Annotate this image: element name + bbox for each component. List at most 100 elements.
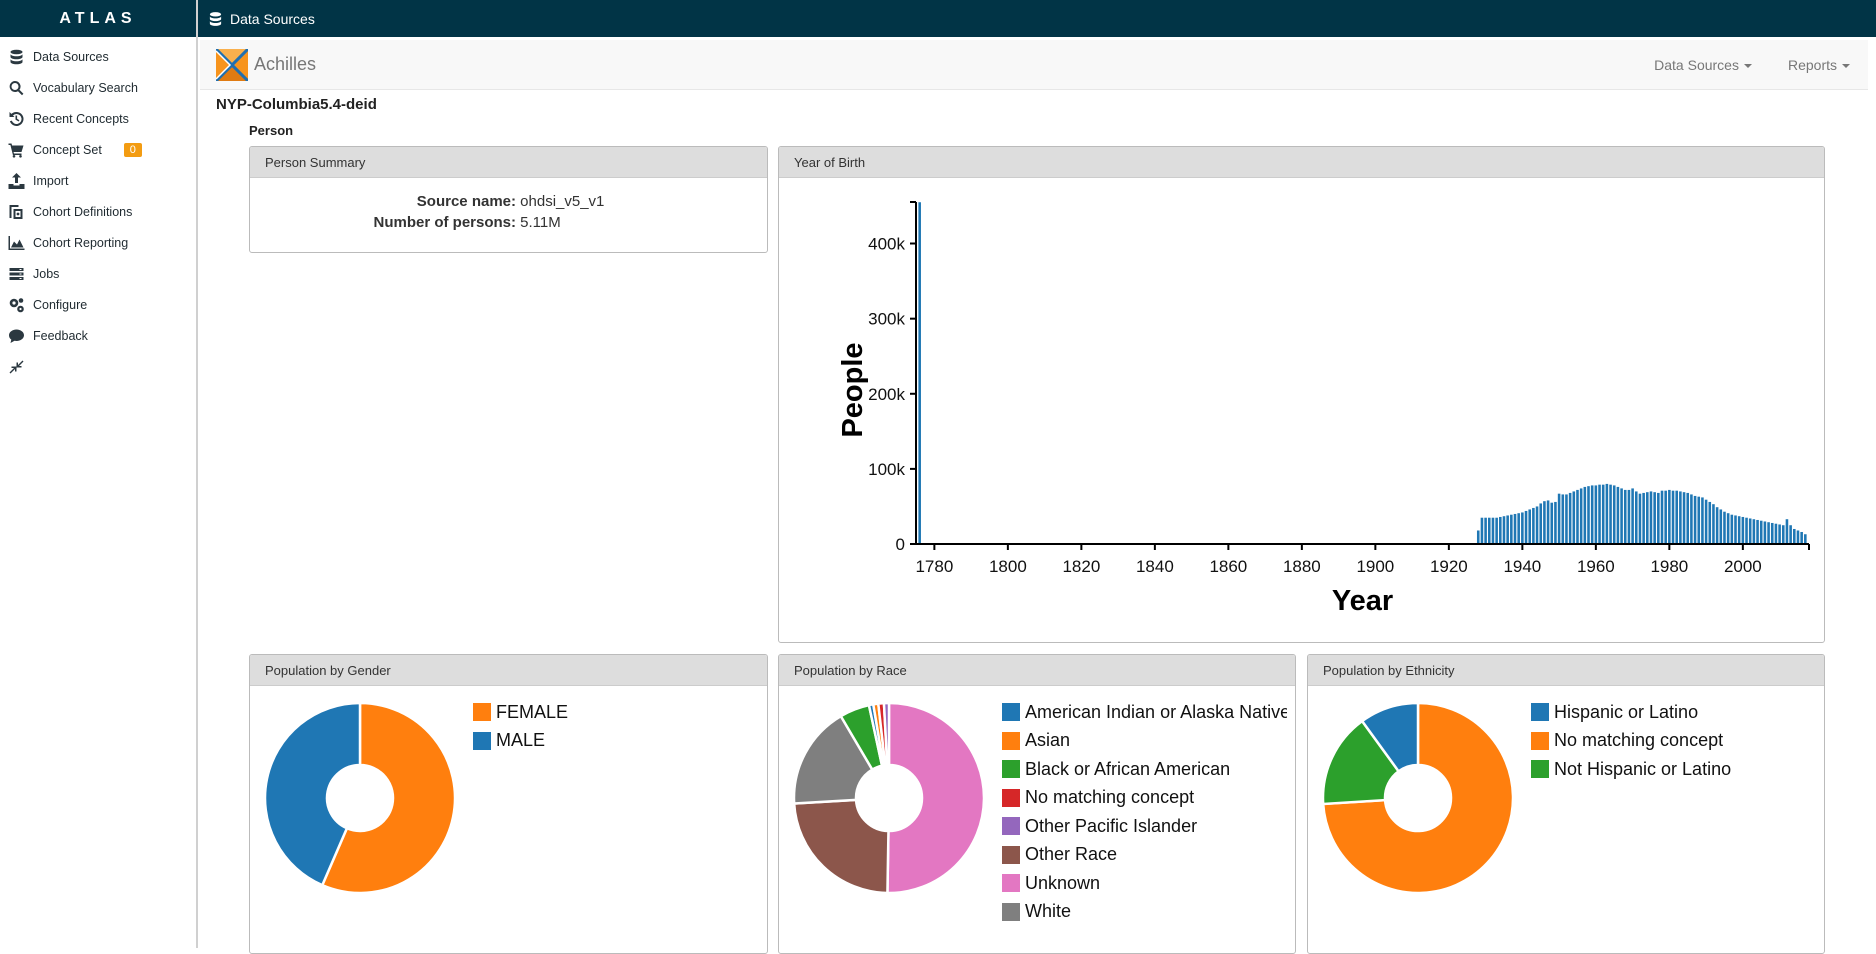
year-of-birth-bar[interactable] [1752,519,1756,544]
year-of-birth-bar[interactable] [1682,492,1686,544]
year-of-birth-bar[interactable] [1796,530,1800,544]
year-of-birth-bar[interactable] [1675,490,1678,544]
reports-dropdown[interactable]: Reports [1770,57,1868,73]
year-of-birth-bar[interactable] [1719,509,1723,544]
year-of-birth-bar[interactable] [1517,513,1520,544]
year-of-birth-bar[interactable] [918,202,921,544]
year-of-birth-bar[interactable] [1734,515,1737,544]
year-of-birth-bar[interactable] [1568,492,1572,544]
year-of-birth-bar[interactable] [1785,519,1789,544]
year-of-birth-bar[interactable] [1660,490,1664,544]
brand-logo[interactable]: ATLAS [0,0,196,37]
sidebar-item-jobs[interactable]: Jobs [0,258,196,289]
year-of-birth-bar[interactable] [1726,513,1730,544]
year-of-birth-bar[interactable] [1524,510,1528,544]
year-of-birth-bar[interactable] [1664,490,1667,544]
year-of-birth-bar[interactable] [1579,488,1583,544]
year-of-birth-bar[interactable] [1781,525,1785,544]
year-of-birth-bar[interactable] [1510,514,1513,544]
year-of-birth-bar[interactable] [1741,516,1745,544]
sidebar-item-concept-set[interactable]: Concept Set 0 [0,134,196,165]
year-of-birth-bar[interactable] [1487,517,1491,544]
year-of-birth-bar[interactable] [1535,506,1539,544]
year-of-birth-bar[interactable] [1657,492,1660,544]
year-of-birth-bar[interactable] [1528,509,1531,544]
year-of-birth-bar[interactable] [1638,493,1642,544]
sidebar-item-recent-concepts[interactable]: Recent Concepts [0,103,196,134]
year-of-birth-bar[interactable] [1671,490,1675,544]
year-of-birth-bar[interactable] [1631,488,1634,544]
year-of-birth-bar[interactable] [1590,485,1594,544]
year-of-birth-bar[interactable] [1539,503,1543,544]
year-of-birth-bar[interactable] [1572,491,1576,544]
year-of-birth-bar[interactable] [1521,512,1524,544]
year-of-birth-bar[interactable] [1480,517,1484,544]
year-of-birth-bar[interactable] [1701,497,1704,544]
year-of-birth-bar[interactable] [1554,501,1557,544]
year-of-birth-bar[interactable] [1623,489,1627,544]
year-of-birth-bar[interactable] [1565,494,1568,544]
year-of-birth-bar[interactable] [1543,501,1546,544]
year-of-birth-bar[interactable] [1495,517,1498,544]
year-of-birth-bar[interactable] [1668,489,1671,544]
year-of-birth-bar[interactable] [1583,486,1587,544]
year-of-birth-bar[interactable] [1679,491,1682,544]
year-of-birth-bar[interactable] [1778,524,1781,544]
year-of-birth-bar[interactable] [1756,519,1759,544]
year-of-birth-bar[interactable] [1550,502,1554,544]
year-of-birth-bar[interactable] [1704,499,1708,544]
year-of-birth-bar[interactable] [1653,492,1656,544]
year-of-birth-bar[interactable] [1557,493,1561,544]
year-of-birth-bar[interactable] [1502,516,1506,544]
year-of-birth-bar[interactable] [1642,492,1645,544]
year-of-birth-bar[interactable] [1686,492,1690,544]
achilles-title[interactable]: Achilles [254,54,316,75]
sidebar-item-cohort-definitions[interactable]: Cohort Definitions [0,196,196,227]
year-of-birth-bar[interactable] [1576,489,1579,544]
year-of-birth-bar[interactable] [1730,514,1734,544]
sidebar-item-data-sources[interactable]: Data Sources [0,41,196,72]
year-of-birth-bar[interactable] [1763,521,1767,544]
sidebar-item-configure[interactable]: Configure [0,289,196,320]
year-of-birth-bar[interactable] [1598,484,1601,544]
year-of-birth-bar[interactable] [1634,491,1638,544]
year-of-birth-bar[interactable] [1712,504,1715,544]
donut-slice[interactable] [792,798,890,895]
data-sources-dropdown[interactable]: Data Sources [1636,57,1770,73]
year-of-birth-bar[interactable] [1690,494,1693,544]
year-of-birth-bar[interactable] [1767,522,1770,544]
year-of-birth-bar[interactable] [1605,483,1609,544]
year-of-birth-bar[interactable] [1770,522,1774,544]
year-of-birth-bar[interactable] [1601,484,1605,544]
sidebar-item-vocabulary-search[interactable]: Vocabulary Search [0,72,196,103]
year-of-birth-bar[interactable] [1513,513,1517,544]
year-of-birth-bar[interactable] [1708,501,1712,544]
sidebar-item-cohort-reporting[interactable]: Cohort Reporting [0,227,196,258]
year-of-birth-bar[interactable] [1484,517,1487,544]
year-of-birth-bar[interactable] [1804,534,1807,544]
year-of-birth-bar[interactable] [1715,507,1719,544]
sidebar-item-feedback[interactable]: Feedback [0,320,196,351]
year-of-birth-bar[interactable] [1612,485,1616,544]
year-of-birth-bar[interactable] [1774,523,1778,544]
year-of-birth-bar[interactable] [1532,507,1535,544]
year-of-birth-bar[interactable] [1723,511,1726,544]
year-of-birth-bar[interactable] [1748,518,1752,544]
year-of-birth-bar[interactable] [1627,489,1631,544]
year-of-birth-bar[interactable] [1649,491,1653,544]
year-of-birth-bar[interactable] [1587,486,1590,544]
year-of-birth-bar[interactable] [1800,531,1803,544]
year-of-birth-bar[interactable] [1546,500,1550,544]
year-of-birth-bar[interactable] [1693,495,1697,544]
year-of-birth-bar[interactable] [1793,528,1796,544]
year-of-birth-bar[interactable] [1737,516,1741,544]
year-of-birth-bar[interactable] [1609,484,1612,544]
year-of-birth-bar[interactable] [1476,530,1480,544]
year-of-birth-bar[interactable] [1745,517,1748,544]
year-of-birth-bar[interactable] [1616,486,1620,544]
year-of-birth-bar[interactable] [1594,485,1598,544]
year-of-birth-bar[interactable] [1759,520,1763,544]
year-of-birth-bar[interactable] [1620,488,1623,544]
sidebar-collapse-toggle[interactable] [0,351,196,382]
year-of-birth-bar[interactable] [1646,492,1649,544]
